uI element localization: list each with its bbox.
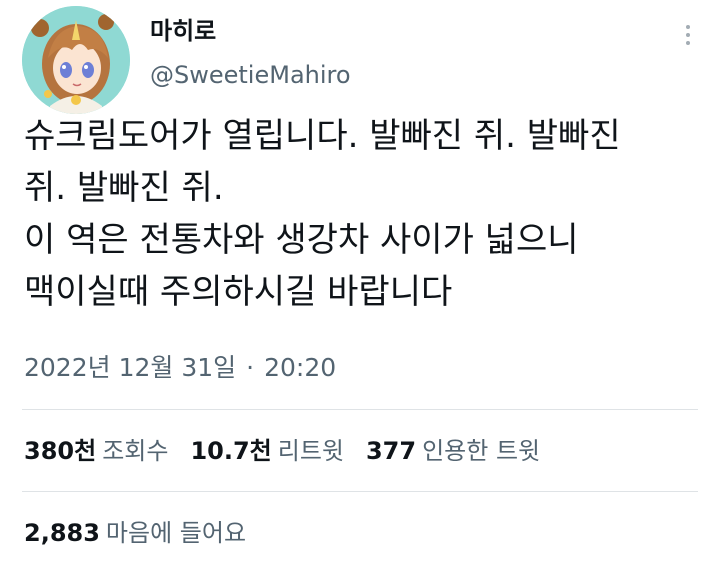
likes-count: 2,883 bbox=[24, 519, 100, 547]
engagement-stats: 380천 조회수 10.7천 리트윗 377 인용한 트윗 bbox=[24, 434, 562, 468]
views-label: 조회수 bbox=[102, 437, 169, 465]
tweet-text: 슈크림도어가 열립니다. 발빠진 쥐. 발빠진 쥐. 발빠진 쥐. 이 역은 전… bbox=[24, 110, 700, 318]
views-stat[interactable]: 380천 조회수 bbox=[24, 434, 168, 468]
tweet-text-line: 쥐. 발빠진 쥐. bbox=[24, 168, 224, 208]
author-display-name[interactable]: 마히로 bbox=[150, 16, 216, 46]
retweets-label: 리트윗 bbox=[277, 437, 344, 465]
more-dot bbox=[686, 41, 690, 45]
tweet-text-line: 슈크림도어가 열립니다. 발빠진 쥐. 발빠진 bbox=[24, 116, 621, 156]
author-handle[interactable]: @SweetieMahiro bbox=[150, 60, 351, 90]
tweet-text-line: 맥이실때 주의하시길 바랍니다 bbox=[24, 272, 453, 312]
avatar-illustration bbox=[22, 6, 130, 114]
retweets-count: 10.7천 bbox=[190, 437, 272, 465]
views-count: 380천 bbox=[24, 437, 97, 465]
quotes-label: 인용한 트윗 bbox=[422, 437, 541, 465]
tweet-card: 마히로 @SweetieMahiro 슈크림도어가 열립니다. 발빠진 쥐. 발… bbox=[0, 0, 720, 573]
likes-label: 마음에 들어요 bbox=[105, 519, 247, 547]
tweet-date: 2022년 12월 31일 bbox=[24, 353, 237, 382]
divider bbox=[22, 409, 698, 410]
more-dot bbox=[686, 33, 690, 37]
more-dot bbox=[686, 25, 690, 29]
more-options-icon[interactable] bbox=[678, 20, 698, 50]
quotes-count: 377 bbox=[365, 437, 417, 465]
timestamp-separator: · bbox=[246, 353, 255, 382]
retweets-stat[interactable]: 10.7천 리트윗 bbox=[190, 434, 344, 468]
tweet-time: 20:20 bbox=[264, 353, 337, 382]
tweet-timestamp[interactable]: 2022년 12월 31일 · 20:20 bbox=[24, 350, 336, 386]
tweet-text-line: 이 역은 전통차와 생강차 사이가 넓으니 bbox=[24, 220, 579, 260]
likes-stats: 2,883 마음에 들어요 bbox=[24, 516, 268, 550]
avatar[interactable] bbox=[22, 6, 130, 114]
likes-stat[interactable]: 2,883 마음에 들어요 bbox=[24, 516, 246, 550]
divider bbox=[22, 491, 698, 492]
quotes-stat[interactable]: 377 인용한 트윗 bbox=[366, 434, 540, 468]
